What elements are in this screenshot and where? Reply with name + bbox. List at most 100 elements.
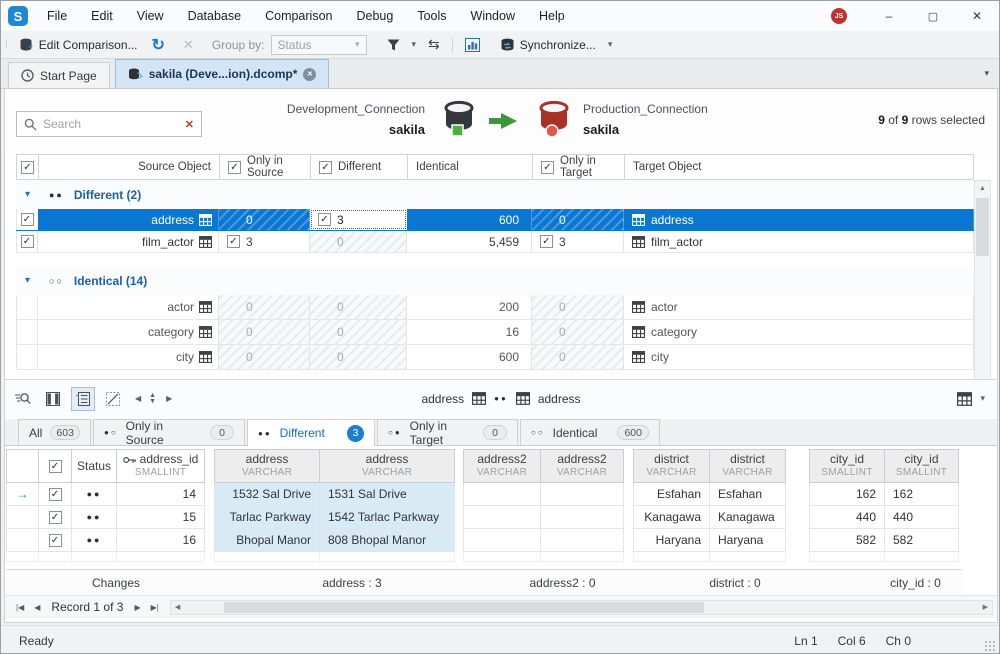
menu-window[interactable]: Window [460,5,526,27]
record-spinner[interactable]: ▲ ▼ [149,393,156,405]
column-only-in-source[interactable]: ✓Only in Source [219,155,310,179]
user-avatar[interactable]: JS [831,8,847,24]
record-checkbox-cell[interactable]: ✓ [39,529,72,552]
close-button[interactable]: ✕ [955,2,999,30]
prev-record-icon[interactable]: ◀ [29,603,45,612]
card-view-button[interactable] [71,387,95,411]
next-column-icon[interactable]: ▶ [166,394,172,403]
synchronize-dropdown-icon[interactable]: ▾ [602,39,619,50]
source-object-cell[interactable]: category [38,320,219,344]
only-in-source-cell[interactable]: 0 [219,295,310,319]
filter-button[interactable] [381,36,406,54]
district-target-cell[interactable]: Esfahan [710,483,786,506]
edit-mode-button[interactable] [101,387,125,411]
address2-target-cell[interactable] [541,529,624,552]
quick-find-button[interactable] [11,387,35,411]
address-id-cell[interactable]: 14 [117,483,205,506]
minimize-button[interactable]: – [867,2,911,30]
column-address-target[interactable]: addressVARCHAR [320,449,455,483]
tab-start-page[interactable]: Start Page [8,62,110,88]
row-only-in-source-checkbox[interactable]: ✓ [227,235,240,248]
different-cell[interactable]: 0 [310,231,407,252]
menu-edit[interactable]: Edit [80,5,124,27]
tab-only-in-target[interactable]: ○● Only in Target 0 [377,419,518,445]
only-in-target-cell[interactable]: 0 [532,345,624,369]
collapse-icon[interactable]: ▾ [25,275,39,286]
swap-sides-icon[interactable]: ⇆ [422,33,446,56]
row-different-checkbox[interactable]: ✓ [318,213,331,226]
grid-view-icon[interactable] [957,392,972,406]
column-identical[interactable]: Identical [407,155,532,179]
only-in-source-cell[interactable]: ✓3 [219,231,310,252]
identical-cell[interactable]: 200 [407,295,532,319]
city-id-source-cell[interactable]: 582 [809,529,885,552]
column-status[interactable]: Status [72,449,117,483]
tab-document[interactable]: sakila (Deve...ion).dcomp* ✕ [115,59,330,88]
menu-debug[interactable]: Debug [345,5,404,27]
tab-list-dropdown-icon[interactable]: ▾ [984,68,989,79]
maximize-button[interactable]: ▢ [911,2,955,30]
district-source-cell[interactable]: Esfahan [633,483,710,506]
object-row-address[interactable]: ✓ address 0 ✓3 600 0 address [16,209,974,231]
search-box[interactable]: ✕ [16,111,202,137]
last-record-icon[interactable]: ▶| [146,603,164,612]
scroll-left-icon[interactable]: ◀ [171,603,184,611]
object-grid-scrollbar[interactable]: ▲ ▼ [974,180,991,405]
only-in-source-checkbox[interactable]: ✓ [228,161,241,174]
record-row[interactable]: → ✓ ●● 14 1532 Sal Drive 1531 Sal Drive … [6,483,962,506]
column-address-source[interactable]: addressVARCHAR [214,449,320,483]
report-button[interactable] [459,35,486,55]
address-source-cell[interactable]: 1532 Sal Drive [214,483,320,506]
menu-tools[interactable]: Tools [406,5,457,27]
record-row[interactable]: ✓ ●● 15 Tarlac Parkway 1542 Tarlac Parkw… [6,506,962,529]
column-address2-source[interactable]: address2VARCHAR [463,449,541,483]
city-id-target-cell[interactable]: 162 [885,483,959,506]
column-source-object[interactable]: Source Object [38,155,219,179]
cancel-icon[interactable]: ✕ [173,37,204,53]
source-object-cell[interactable]: actor [38,295,219,319]
only-in-target-cell[interactable]: ✓3 [532,231,624,252]
district-source-cell[interactable]: Haryana [633,529,710,552]
target-object-cell[interactable]: actor [624,295,974,319]
only-in-target-cell[interactable]: 0 [532,295,624,319]
row-checkbox-cell[interactable]: ✓ [16,231,38,252]
collapse-icon[interactable]: ▾ [25,189,39,200]
target-object-cell[interactable]: film_actor [624,231,974,252]
identical-cell[interactable]: 5,459 [407,231,532,252]
object-row-film-actor[interactable]: ✓ film_actor ✓3 0 5,459 ✓3 film_actor [16,231,974,253]
different-checkbox[interactable]: ✓ [319,161,332,174]
address2-source-cell[interactable] [463,483,541,506]
row-checkbox-cell[interactable] [16,320,38,344]
scroll-right-icon[interactable]: ▶ [979,603,992,611]
address-source-cell[interactable]: Bhopal Manor [214,529,320,552]
select-all-checkbox-cell[interactable]: ✓ [16,155,38,179]
identical-cell[interactable]: 600 [407,345,532,369]
menu-database[interactable]: Database [177,5,253,27]
only-in-target-cell[interactable]: 0 [532,209,624,230]
only-in-source-cell[interactable]: 0 [219,345,310,369]
refresh-icon[interactable]: ↻ [144,35,173,55]
only-in-target-checkbox[interactable]: ✓ [541,161,554,174]
address2-target-cell[interactable] [541,506,624,529]
different-cell[interactable]: ✓3 [310,209,407,230]
different-cell[interactable]: 0 [310,345,407,369]
district-target-cell[interactable]: Haryana [710,529,786,552]
city-id-target-cell[interactable]: 440 [885,506,959,529]
address2-source-cell[interactable] [463,529,541,552]
target-object-cell[interactable]: city [624,345,974,369]
different-cell[interactable]: 0 [310,320,407,344]
menu-help[interactable]: Help [528,5,576,27]
identical-cell[interactable]: 600 [407,209,532,230]
column-different[interactable]: ✓Different [310,155,407,179]
edit-comparison-button[interactable]: Edit Comparison... [13,35,144,55]
scrollbar-thumb[interactable] [976,198,989,256]
record-row[interactable]: ✓ ●● 16 Bhopal Manor 808 Bhopal Manor Ha… [6,529,962,552]
target-object-cell[interactable]: category [624,320,974,344]
address-id-cell[interactable]: 16 [117,529,205,552]
select-all-records-cell[interactable]: ✓ [39,449,72,483]
column-only-in-target[interactable]: ✓Only in Target [532,155,624,179]
row-only-in-target-checkbox[interactable]: ✓ [540,235,553,248]
group-header-identical[interactable]: ▾ ○○ Identical (14) [16,266,974,295]
prev-column-icon[interactable]: ◀ [135,394,141,403]
only-in-source-cell[interactable]: 0 [219,209,310,230]
